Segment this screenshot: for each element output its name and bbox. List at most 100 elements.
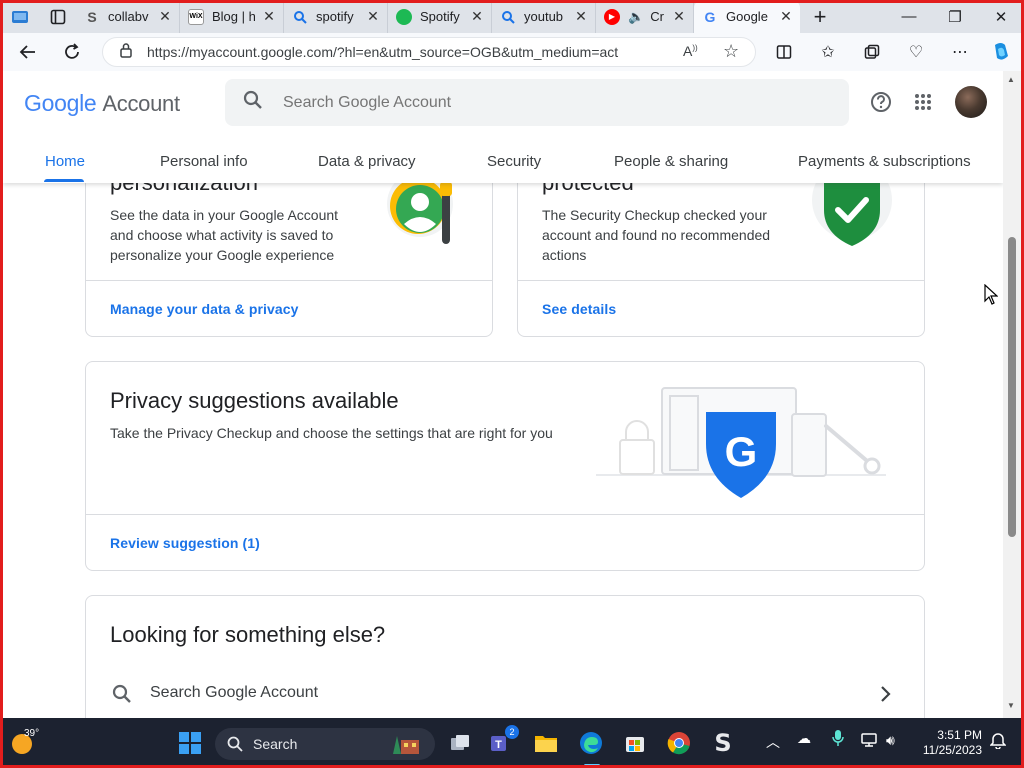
card-description: Take the Privacy Checkup and choose the … <box>110 425 553 441</box>
account-search-box[interactable] <box>225 79 849 126</box>
scroll-up-arrow-icon[interactable]: ▲ <box>1007 75 1015 84</box>
clock-time: 3:51 PM <box>937 728 982 742</box>
google-account-logo[interactable]: Google Account <box>24 90 180 117</box>
privacy-checkup-illustration-icon: G <box>596 382 896 502</box>
browser-tab-active[interactable]: G Google ✕ <box>694 0 800 33</box>
card-title: Privacy suggestions available <box>110 388 399 413</box>
search-account-row[interactable]: Search Google Account <box>86 674 924 718</box>
copilot-icon[interactable] <box>988 39 1014 65</box>
card-title: Looking for something else? <box>110 622 386 647</box>
refresh-button[interactable] <box>58 39 86 65</box>
close-tab-icon[interactable]: ✕ <box>157 8 173 25</box>
scrollbar-thumb[interactable] <box>1008 237 1016 537</box>
chrome-icon[interactable] <box>665 729 693 757</box>
task-view-icon[interactable] <box>446 729 474 757</box>
minimize-button[interactable]: — <box>886 0 932 33</box>
google-account-header: GoogleAccount Home Personal info Data & … <box>3 71 1003 183</box>
clock-date: 11/25/2023 <box>922 743 982 757</box>
weather-widget[interactable]: 39° <box>10 728 50 758</box>
account-search-input[interactable] <box>283 93 803 112</box>
notification-bell-icon[interactable] <box>989 731 1007 752</box>
tab-security[interactable]: Security <box>487 153 541 170</box>
page-scrollbar[interactable]: ▲ ▼ <box>1003 71 1021 718</box>
card-divider <box>86 280 492 281</box>
see-details-link[interactable]: See details <box>542 301 616 317</box>
scroll-down-arrow-icon[interactable]: ▼ <box>1007 701 1015 710</box>
taskbar-clock[interactable]: 3:51 PM 11/25/2023 <box>918 728 982 758</box>
tab-home[interactable]: Home <box>45 153 85 170</box>
teams-badge: 2 <box>505 725 519 739</box>
back-button[interactable] <box>14 39 42 65</box>
onedrive-cloud-icon[interactable]: ☁ <box>797 730 811 747</box>
new-tab-button[interactable]: + <box>800 0 840 33</box>
svg-text:G: G <box>725 428 758 475</box>
manage-data-privacy-link[interactable]: Manage your data & privacy <box>110 301 299 317</box>
close-tab-icon[interactable]: ✕ <box>573 8 589 25</box>
tab-data-privacy[interactable]: Data & privacy <box>318 153 416 170</box>
tab-title: collabv <box>108 9 149 24</box>
tab-title: spotify <box>316 9 354 24</box>
file-explorer-icon[interactable] <box>532 729 560 757</box>
skype-s-icon[interactable]: S <box>709 729 737 757</box>
split-screen-icon[interactable] <box>771 39 797 65</box>
apps-grid-icon[interactable] <box>910 89 936 115</box>
address-url[interactable]: https://myaccount.google.com/?hl=en&utm_… <box>147 44 647 60</box>
tab-title: Blog | h <box>212 9 255 24</box>
chevron-right-icon <box>878 684 892 709</box>
browser-tab[interactable]: youtub ✕ <box>492 0 596 33</box>
more-options-icon[interactable]: ⋯ <box>947 39 973 65</box>
close-tab-icon[interactable]: ✕ <box>671 8 687 25</box>
show-hidden-icons-chevron-icon[interactable]: ︿ <box>766 732 780 752</box>
tab-people-sharing[interactable]: People & sharing <box>614 153 728 170</box>
workspaces-icon[interactable] <box>0 0 40 33</box>
close-window-button[interactable]: ✕ <box>978 0 1024 33</box>
close-tab-icon[interactable]: ✕ <box>365 8 381 25</box>
tab-payments-subscriptions[interactable]: Payments & subscriptions <box>798 153 971 170</box>
microphone-icon[interactable] <box>832 729 844 750</box>
edge-active-indicator <box>584 764 600 767</box>
windows-taskbar: 39° Search T 2 S ︿ ☁ 🔊︎ 3:51 PM 11/25/20… <box>0 718 1024 768</box>
skype-favicon-icon: S <box>87 8 97 25</box>
spotify-favicon-icon <box>396 8 412 25</box>
active-tab-indicator <box>44 179 84 182</box>
browser-tab[interactable]: spotify ✕ <box>284 0 388 33</box>
network-icon[interactable] <box>860 732 878 751</box>
maximize-button[interactable]: ❐ <box>932 0 978 33</box>
youtube-favicon-icon: ▶ <box>604 8 620 25</box>
card-description: The Security Checkup checked your accoun… <box>542 207 771 263</box>
collections-icon[interactable] <box>859 39 885 65</box>
taskbar-search-label: Search <box>253 736 298 752</box>
speaker-icon[interactable]: 🔈 <box>628 9 644 25</box>
teams-icon[interactable]: T 2 <box>488 725 519 757</box>
browser-essentials-icon[interactable]: ♡ <box>903 39 929 65</box>
favorites-icon[interactable]: ✩ <box>815 39 841 65</box>
edge-icon[interactable] <box>577 729 605 757</box>
close-tab-icon[interactable]: ✕ <box>778 8 794 25</box>
weather-temp: 39° <box>24 728 40 739</box>
microsoft-store-icon[interactable] <box>621 729 649 757</box>
browser-tab[interactable]: ▶ 🔈 Cr ✕ <box>596 0 694 33</box>
tab-title: Google <box>726 9 768 24</box>
start-button[interactable] <box>176 729 204 757</box>
favorite-star-icon[interactable]: ☆ <box>723 41 739 62</box>
lock-icon[interactable] <box>119 42 133 63</box>
close-tab-icon[interactable]: ✕ <box>261 8 277 25</box>
address-bar[interactable]: https://myaccount.google.com/?hl=en&utm_… <box>102 37 756 67</box>
mouse-cursor-icon <box>984 283 999 311</box>
browser-tab[interactable]: Spotify ✕ <box>388 0 492 33</box>
read-aloud-icon[interactable]: A)) <box>683 43 698 59</box>
taskbar-search[interactable]: Search <box>215 728 435 760</box>
tab-personal-info[interactable]: Personal info <box>160 153 248 170</box>
review-suggestion-link[interactable]: Review suggestion (1) <box>110 535 260 551</box>
browser-tab[interactable]: WiX Blog | h ✕ <box>180 0 284 33</box>
vertical-tabs-icon[interactable] <box>40 0 76 33</box>
close-tab-icon[interactable]: ✕ <box>469 8 485 25</box>
volume-icon[interactable]: 🔊︎ <box>886 732 895 749</box>
profile-avatar[interactable] <box>955 86 987 118</box>
browser-tab[interactable]: S collabv ✕ <box>76 0 180 33</box>
search-favicon-icon <box>500 9 516 25</box>
help-icon[interactable] <box>868 89 894 115</box>
account-nav-tabs: Home Personal info Data & privacy Securi… <box>3 143 1003 183</box>
google-favicon-icon: G <box>704 8 716 25</box>
privacy-suggestions-card: Privacy suggestions available Take the P… <box>85 361 925 571</box>
